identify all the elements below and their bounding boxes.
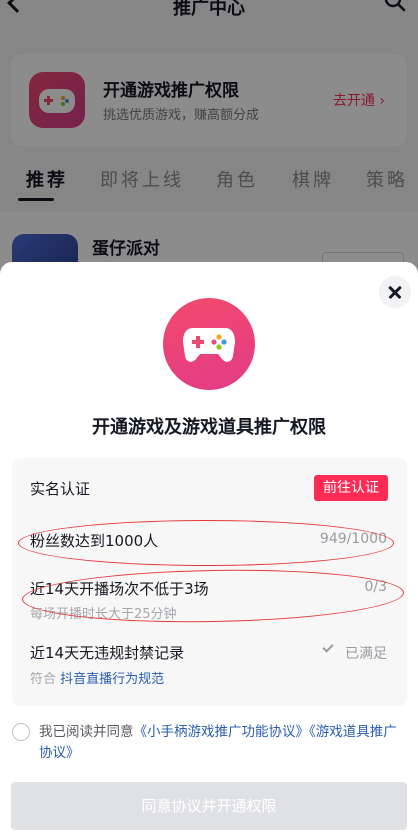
close-icon[interactable]	[379, 276, 411, 308]
gamepad-icon	[163, 298, 255, 390]
requirement-label: 近14天无违规封禁记录	[30, 644, 185, 662]
requirement-value: 已满足	[345, 646, 387, 662]
agreement-prefix: 我已阅读并同意	[39, 724, 134, 740]
requirement-subtext: 符合 抖音直播行为规范	[30, 668, 164, 687]
submit-button[interactable]: 同意协议并开通权限	[11, 782, 407, 830]
requirement-label: 实名认证	[30, 480, 91, 498]
permission-sheet: 开通游戏及游戏道具推广权限 实名认证 前往认证 粉丝数达到1000人 949/1…	[0, 262, 418, 836]
sheet-title: 开通游戏及游戏道具推广权限	[92, 417, 326, 438]
agree-radio[interactable]	[12, 723, 30, 741]
agreement-text: 我已阅读并同意《小手柄游戏推广功能协议》《游戏道具推广协议》	[39, 722, 407, 764]
agreement-link-controller[interactable]: 《小手柄游戏推广功能协议》	[134, 724, 310, 740]
annotation-ellipse	[18, 520, 394, 566]
verify-button[interactable]: 前往认证	[314, 475, 388, 501]
rules-link[interactable]: 抖音直播行为规范	[60, 672, 164, 687]
check-icon	[322, 641, 334, 653]
requirement-sub-prefix: 符合	[30, 672, 57, 687]
